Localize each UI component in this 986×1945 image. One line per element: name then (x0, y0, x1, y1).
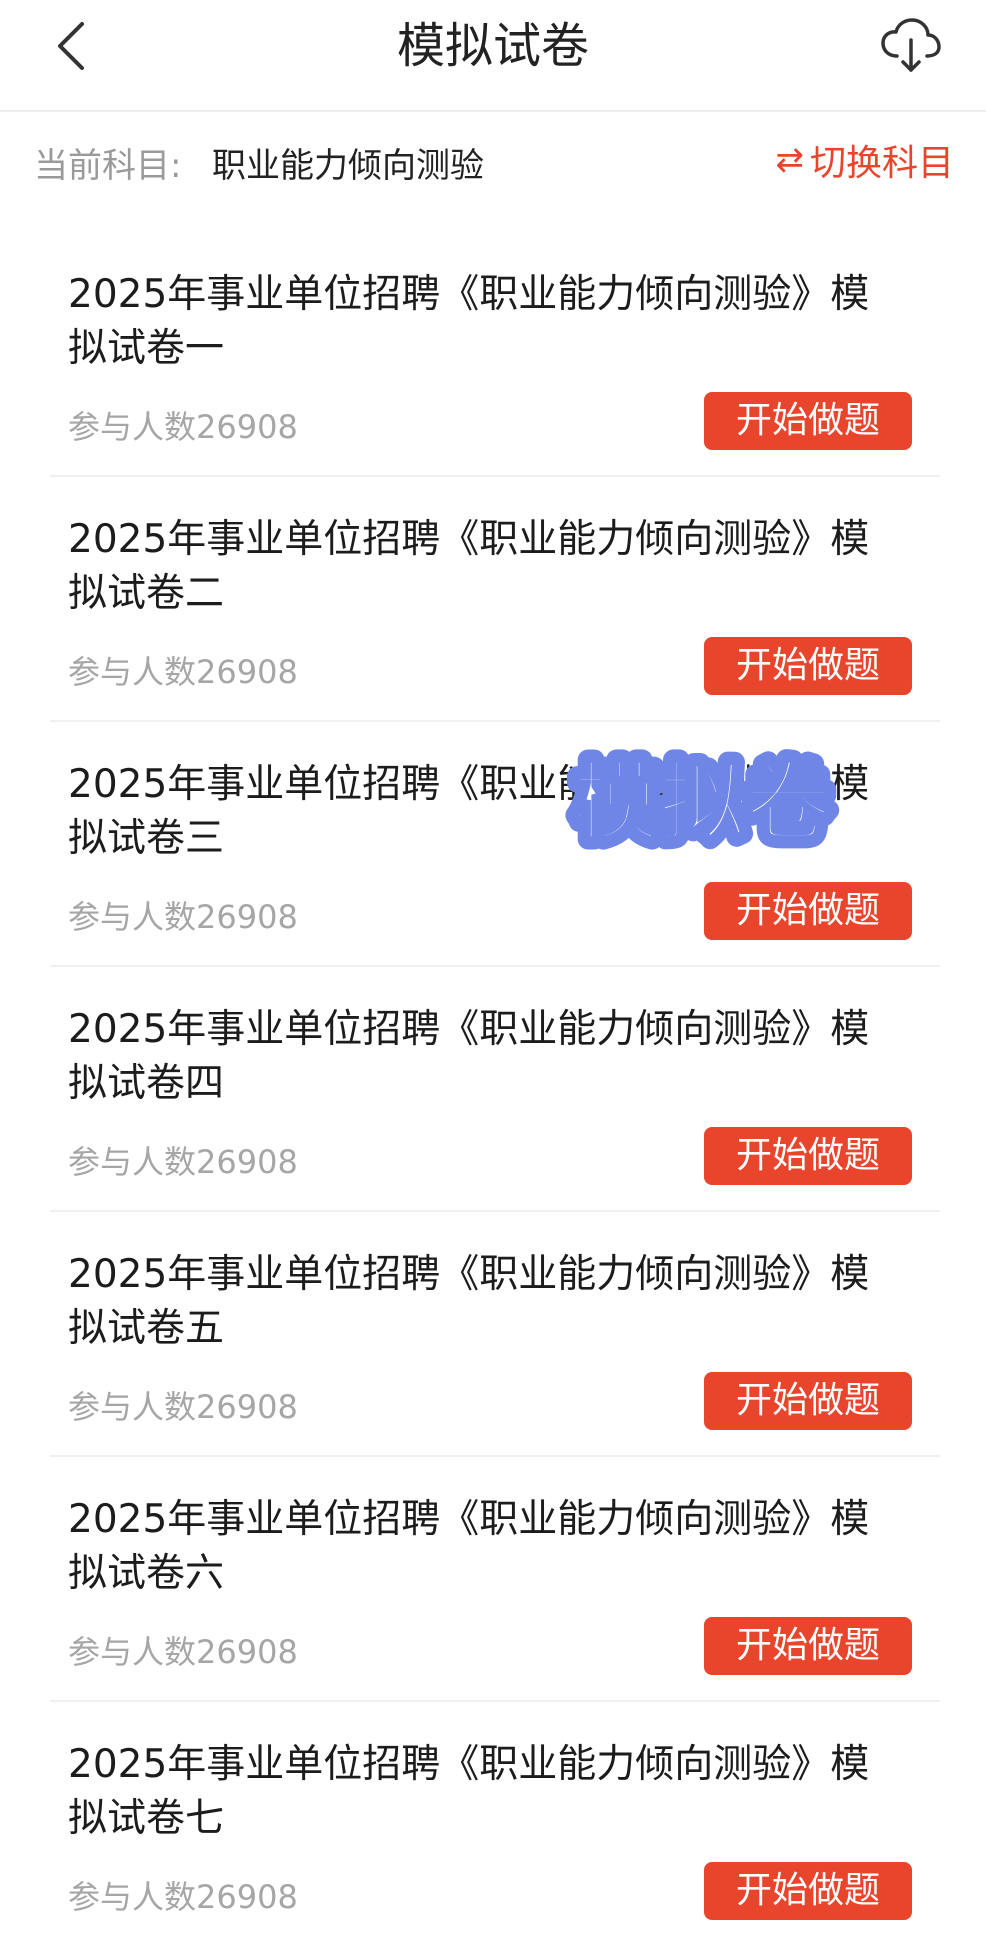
paper-title: 2025年事业单位招聘《职业能力倾向测验》模拟试卷四 (68, 1007, 870, 1106)
subject-bar: 当前科目: 职业能力倾向测验 ⇄ 切换科目 (0, 128, 986, 192)
paper-title: 2025年事业单位招聘《职业能力倾向测验》模拟试卷三 (68, 762, 870, 861)
paper-title: 2025年事业单位招聘《职业能力倾向测验》模拟试卷五 (68, 1252, 870, 1351)
list-item[interactable]: 2025年事业单位招聘《职业能力倾向测验》模拟试卷三 参与人数26908 开始做… (50, 722, 940, 967)
start-button[interactable]: 开始做题 (704, 1617, 912, 1675)
subject-value: 职业能力倾向测验 (212, 146, 484, 186)
download-button[interactable] (876, 14, 946, 78)
paper-title: 2025年事业单位招聘《职业能力倾向测验》模拟试卷二 (68, 517, 870, 616)
list-item[interactable]: 2025年事业单位招聘《职业能力倾向测验》模拟试卷二 参与人数26908 开始做… (50, 477, 940, 722)
subject-label: 当前科目: (34, 146, 182, 186)
participant-count: 参与人数26908 (68, 408, 298, 446)
paper-title: 2025年事业单位招聘《职业能力倾向测验》模拟试卷七 (68, 1742, 870, 1841)
participant-count: 参与人数26908 (68, 1388, 298, 1426)
start-button[interactable]: 开始做题 (704, 1127, 912, 1185)
start-button[interactable]: 开始做题 (704, 1372, 912, 1430)
participant-count: 参与人数26908 (68, 898, 298, 936)
list-item[interactable]: 2025年事业单位招聘《职业能力倾向测验》模拟试卷四 参与人数26908 开始做… (50, 967, 940, 1212)
switch-subject-button[interactable]: ⇄ 切换科目 (775, 134, 954, 186)
start-button[interactable]: 开始做题 (704, 637, 912, 695)
participant-count: 参与人数26908 (68, 1143, 298, 1181)
start-button[interactable]: 开始做题 (704, 882, 912, 940)
switch-subject-label: 切换科目 (809, 143, 954, 184)
list-item[interactable]: 2025年事业单位招聘《职业能力倾向测验》模拟试卷七 参与人数26908 开始做… (50, 1702, 940, 1945)
swap-arrows-icon: ⇄ (775, 140, 804, 180)
list-item[interactable]: 2025年事业单位招聘《职业能力倾向测验》模拟试卷五 参与人数26908 开始做… (50, 1212, 940, 1457)
list-item[interactable]: 2025年事业单位招聘《职业能力倾向测验》模拟试卷一 参与人数26908 开始做… (50, 232, 940, 477)
participant-count: 参与人数26908 (68, 653, 298, 691)
start-button[interactable]: 开始做题 (704, 392, 912, 450)
paper-title: 2025年事业单位招聘《职业能力倾向测验》模拟试卷一 (68, 272, 870, 371)
top-bar: 模拟试卷 (0, 0, 986, 112)
paper-title: 2025年事业单位招聘《职业能力倾向测验》模拟试卷六 (68, 1497, 870, 1596)
start-button[interactable]: 开始做题 (704, 1862, 912, 1920)
cloud-download-icon (881, 18, 941, 72)
paper-list: 2025年事业单位招聘《职业能力倾向测验》模拟试卷一 参与人数26908 开始做… (50, 232, 940, 1945)
page-title: 模拟试卷 (396, 18, 589, 74)
participant-count: 参与人数26908 (68, 1633, 298, 1671)
list-item[interactable]: 2025年事业单位招聘《职业能力倾向测验》模拟试卷六 参与人数26908 开始做… (50, 1457, 940, 1702)
participant-count: 参与人数26908 (68, 1878, 298, 1916)
